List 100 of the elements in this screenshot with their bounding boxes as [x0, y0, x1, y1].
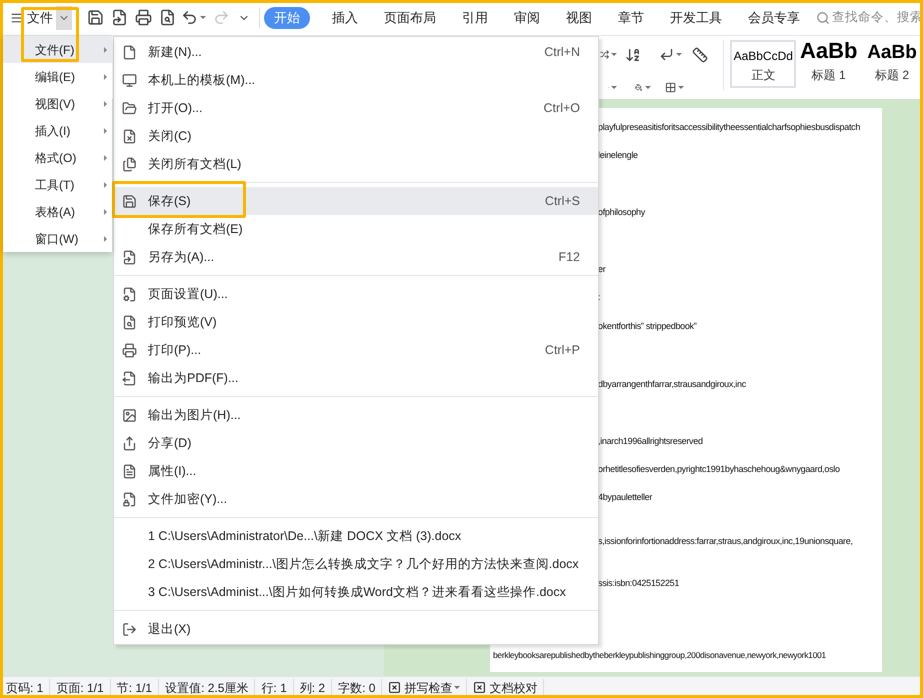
caret-icon: [678, 86, 684, 88]
menu-item[interactable]: 1 C:\Users\Administrator\De...\新建 DOCX 文档 (3).docx: [114, 522, 598, 550]
ribbon-tab[interactable]: 页面布局: [378, 6, 442, 28]
menu-item[interactable]: 输出为图片(H)...: [114, 401, 598, 429]
close-document-icon: [122, 128, 137, 144]
menu-item[interactable]: 文件加密(Y)...: [114, 485, 598, 513]
menu-item[interactable]: 属性(I)...: [114, 457, 598, 485]
document-text: berkleybooksarepublishedbytheberkleypublishinggroup,200disonavenue,newyork,newyork1001: [493, 650, 826, 660]
document-text: ofphilosophy: [598, 207, 645, 217]
shortcut-text: Ctrl+N: [544, 44, 580, 61]
submenu-arrow-icon: [104, 100, 107, 106]
style-preset[interactable]: AaBb 标题 2: [861, 40, 923, 88]
ribbon-tab[interactable]: 审阅: [508, 6, 546, 28]
exit-icon: [122, 622, 137, 636]
menu-item[interactable]: 关闭(C): [114, 122, 598, 150]
menu-item[interactable]: 分享(D): [114, 429, 598, 457]
menu-item[interactable]: 工具(T): [3, 171, 112, 198]
document-text: ,inarch1996allrightsreserved: [598, 436, 703, 446]
menu-item[interactable]: 3 C:\Users\Administ...\图片如何转换成Word文档？进来看看这些操作.docx: [114, 578, 598, 606]
ribbon-tab[interactable]: 会员专享: [742, 6, 806, 28]
menu-item[interactable]: 新建(N)... Ctrl+N: [114, 38, 598, 66]
menu-item[interactable]: 退出(X): [114, 615, 598, 643]
document-text: okentforthis” strippedbook”: [598, 321, 696, 331]
document-text: orhetitlesofiesverden,pyrightc1991byhaschehoug&wnygaard,oslo: [598, 464, 840, 474]
menu-item[interactable]: 表格(A): [3, 198, 112, 225]
checkbox-icon: [388, 681, 402, 694]
status-item: 列: 2: [294, 678, 332, 696]
paragraph-mark-icon[interactable]: [658, 47, 674, 62]
document-icon: [122, 44, 137, 60]
caret-icon: [200, 16, 206, 19]
status-item: 页面: 1/1: [50, 678, 111, 696]
menu-item[interactable]: 保存(S) Ctrl+S: [114, 187, 598, 215]
annotation-box: [21, 7, 79, 62]
ribbon-tab[interactable]: 引用: [456, 6, 494, 28]
menu-item[interactable]: 保存所有文档(E): [114, 215, 598, 243]
submenu-arrow-icon: [104, 128, 107, 134]
checkbox-icon: [473, 681, 486, 694]
menu-item[interactable]: 2 C:\Users\Administr...\图片怎么转换成文字？几个好用的方法快来查阅.docx: [114, 550, 598, 578]
documents-icon: [122, 156, 137, 172]
document-text: playfulpreseasitisforitsaccessibilitytheessentialcharfsophiesbusdispatch: [598, 122, 860, 132]
ruler-icon[interactable]: [692, 46, 708, 62]
menu-item[interactable]: 插入(I): [3, 117, 112, 144]
menu-item[interactable]: 打印(P)... Ctrl+P: [114, 336, 598, 364]
document-text: s,issionforinfortionaddress:farrar,straus,andgiroux,inc,19unionsquare,: [598, 536, 853, 546]
menu-item[interactable]: 编辑(E): [3, 63, 112, 90]
caret-icon: [644, 86, 651, 88]
share-icon: [122, 436, 137, 450]
save-icon: [122, 194, 137, 208]
menu-item[interactable]: 视图(V): [3, 90, 112, 117]
menu-item[interactable]: 格式(O): [3, 144, 112, 171]
caret-icon: [454, 686, 460, 689]
undo-icon[interactable]: [181, 9, 198, 26]
submenu-arrow-icon: [104, 236, 107, 242]
shortcut-text: Ctrl+P: [544, 342, 580, 359]
style-preset[interactable]: AaBb 标题 1: [796, 40, 861, 88]
page-setup-icon: [122, 286, 137, 302]
sort-icon[interactable]: [625, 46, 642, 62]
caret-icon: [611, 86, 618, 88]
pdf-export-icon: [122, 370, 137, 386]
menu-item[interactable]: 另存为(A)... F12: [114, 243, 598, 271]
status-item: 节: 1/1: [110, 678, 160, 696]
status-toggle[interactable]: 拼写检查: [382, 678, 468, 696]
submenu-arrow-icon: [104, 154, 107, 160]
ribbon-tab[interactable]: 开发工具: [664, 6, 728, 28]
document-text: dbyarrangenthfarrar,strausandgiroux,inc: [598, 379, 746, 389]
status-item: 字数: 0: [332, 678, 382, 696]
search-icon: [816, 10, 830, 24]
shortcut-text: Ctrl+O: [544, 100, 580, 117]
ribbon-tab[interactable]: 插入: [326, 6, 364, 28]
menu-item[interactable]: 页面设置(U)...: [114, 280, 598, 308]
menu-item[interactable]: 本机上的模板(M)...: [114, 66, 598, 94]
ribbon-tab[interactable]: 视图: [560, 6, 598, 28]
style-preset[interactable]: AaBbCcDd 正文: [730, 40, 796, 88]
properties-icon: [122, 464, 137, 478]
submenu-arrow-icon: [104, 74, 107, 80]
ribbon-tab[interactable]: 章节: [612, 6, 650, 28]
menu-item[interactable]: 关闭所有文档(L): [114, 150, 598, 178]
menu-item[interactable]: 输出为PDF(F)...: [114, 364, 598, 392]
shortcut-text: Ctrl+S: [544, 192, 580, 210]
image-icon: [122, 408, 137, 422]
document-text: :: [598, 292, 600, 302]
printer-icon: [122, 342, 137, 358]
template-icon: [122, 72, 137, 88]
menu-item[interactable]: 打印预览(V): [114, 308, 598, 336]
caret-icon: [611, 53, 618, 56]
caret-icon: [676, 53, 682, 56]
status-item: 页码: 1: [0, 678, 50, 696]
print-preview-icon: [122, 314, 137, 330]
save-as-icon: [122, 250, 137, 264]
menu-item[interactable]: 打开(O)... Ctrl+O: [114, 94, 598, 122]
lock-icon: [122, 492, 137, 506]
status-toggle[interactable]: 文档校对: [467, 678, 544, 696]
status-item: 行: 1: [255, 678, 294, 696]
document-text: ssis:isbn:0425152251: [598, 578, 680, 588]
document-text: leinelengle: [598, 150, 638, 160]
shortcut-text: F12: [558, 248, 580, 266]
status-item: 设置值: 2.5厘米: [159, 678, 256, 696]
menu-item[interactable]: 窗口(W): [3, 225, 112, 252]
submenu-arrow-icon: [104, 46, 107, 52]
file-menu-button[interactable]: 文件: [26, 8, 53, 28]
